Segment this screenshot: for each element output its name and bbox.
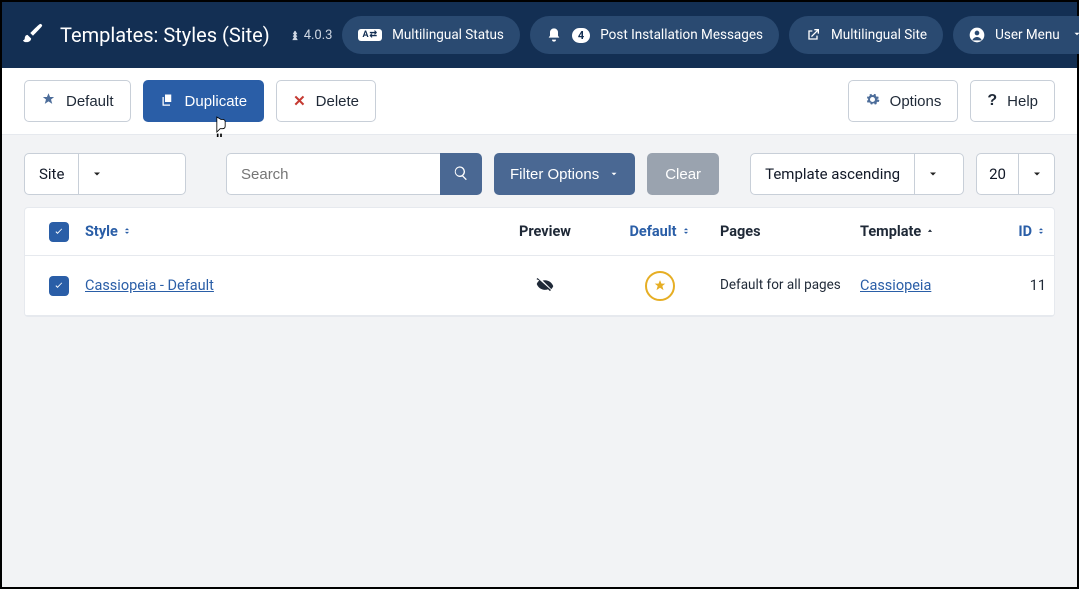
post-install-pill[interactable]: 4 Post Installation Messages — [530, 16, 779, 54]
column-id-label: ID — [1018, 223, 1032, 240]
post-install-label: Post Installation Messages — [600, 27, 763, 43]
clear-button-label: Clear — [665, 166, 701, 183]
pages-text: Default for all pages — [720, 277, 841, 294]
clear-button[interactable]: Clear — [647, 153, 719, 195]
search-input[interactable] — [226, 153, 440, 195]
preview-disabled-icon[interactable] — [536, 275, 554, 297]
delete-button-label: Delete — [316, 93, 359, 110]
question-icon: ? — [987, 92, 997, 110]
column-pages-label: Pages — [720, 223, 761, 240]
sort-icon — [122, 223, 132, 240]
options-button-label: Options — [890, 93, 942, 110]
delete-button[interactable]: ✕ Delete — [276, 80, 376, 122]
default-button-label: Default — [66, 93, 114, 110]
client-selector[interactable]: Site — [24, 153, 186, 195]
search-icon — [453, 165, 469, 184]
table-row: Cassiopeia - Default Default for all pag… — [25, 256, 1054, 316]
toolbar: Default Duplicate ✕ Delete Options ? Hel… — [2, 68, 1077, 135]
user-menu-label: User Menu — [995, 27, 1060, 43]
external-link-icon — [805, 27, 821, 43]
duplicate-button-label: Duplicate — [185, 93, 248, 110]
chevron-down-icon — [609, 166, 619, 183]
default-star-badge[interactable] — [645, 271, 675, 301]
sort-icon — [1036, 223, 1046, 240]
filter-options-label: Filter Options — [510, 166, 599, 183]
styles-table: Style Preview Default Pages Template ID … — [24, 207, 1055, 317]
client-selector-value: Site — [25, 154, 78, 194]
template-link[interactable]: Cassiopeia — [860, 277, 931, 294]
page-title: Templates: Styles (Site) — [60, 23, 270, 47]
language-icon: A⇄ — [358, 29, 382, 41]
column-style-label: Style — [85, 223, 118, 240]
chevron-down-icon — [1072, 27, 1079, 43]
duplicate-button[interactable]: Duplicate — [143, 80, 265, 122]
column-template-label: Template — [860, 223, 921, 240]
table-header-row: Style Preview Default Pages Template ID — [25, 208, 1054, 256]
sort-asc-icon — [925, 223, 935, 240]
version-indicator: 4.0.3 — [290, 28, 333, 43]
brush-icon — [22, 22, 44, 48]
multilingual-site-label: Multilingual Site — [831, 27, 927, 43]
help-button[interactable]: ? Help — [970, 80, 1055, 122]
chevron-down-icon — [1018, 154, 1054, 194]
column-template[interactable]: Template — [860, 223, 990, 240]
chevron-down-icon — [78, 154, 114, 194]
options-button[interactable]: Options — [848, 80, 959, 122]
gear-icon — [865, 92, 880, 111]
column-preview: Preview — [490, 223, 600, 240]
star-icon — [41, 92, 56, 111]
column-default[interactable]: Default — [600, 223, 720, 240]
row-checkbox[interactable] — [49, 276, 69, 296]
multilingual-site-pill[interactable]: Multilingual Site — [789, 16, 943, 54]
user-icon — [969, 27, 985, 43]
multilingual-status-pill[interactable]: A⇄ Multilingual Status — [342, 16, 519, 54]
column-default-label: Default — [629, 223, 676, 240]
user-menu-pill[interactable]: User Menu — [953, 16, 1079, 54]
chevron-down-icon — [914, 154, 950, 194]
search-button[interactable] — [440, 153, 482, 195]
post-install-count: 4 — [572, 28, 590, 43]
limit-selector[interactable]: 20 — [976, 153, 1055, 195]
filter-row: Site Filter Options Clear Template ascen… — [2, 135, 1077, 207]
column-id[interactable]: ID — [990, 223, 1046, 240]
default-button[interactable]: Default — [24, 80, 131, 122]
column-preview-label: Preview — [519, 223, 571, 240]
style-link[interactable]: Cassiopeia - Default — [85, 277, 214, 294]
close-icon: ✕ — [293, 92, 306, 110]
filter-options-button[interactable]: Filter Options — [494, 153, 635, 195]
column-style[interactable]: Style — [85, 223, 490, 240]
search-group — [226, 153, 482, 195]
order-selector-value: Template ascending — [751, 154, 914, 194]
multilingual-status-label: Multilingual Status — [392, 27, 504, 43]
limit-selector-value: 20 — [977, 154, 1018, 194]
column-pages: Pages — [720, 223, 860, 240]
version-text: 4.0.3 — [304, 28, 333, 43]
bell-icon — [546, 27, 562, 43]
column-checkall[interactable] — [33, 222, 85, 242]
sort-icon — [681, 223, 691, 240]
top-nav: Templates: Styles (Site) 4.0.3 A⇄ Multil… — [2, 2, 1077, 68]
check-all-checkbox[interactable] — [49, 222, 69, 242]
row-id: 11 — [1030, 277, 1046, 294]
help-button-label: Help — [1007, 93, 1038, 110]
copy-icon — [160, 92, 175, 111]
order-selector[interactable]: Template ascending — [750, 153, 964, 195]
